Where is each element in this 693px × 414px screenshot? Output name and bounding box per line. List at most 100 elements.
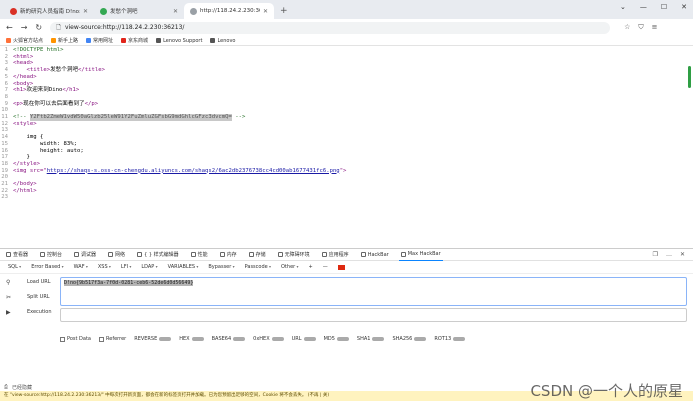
devtools-tab[interactable]: { } 样式编辑器 xyxy=(135,249,181,261)
hackbar-menu-item[interactable]: SQL xyxy=(8,264,21,270)
devtools-tab[interactable]: 内存 xyxy=(218,249,239,261)
new-tab-button[interactable]: + xyxy=(274,6,294,19)
source-line: 8 xyxy=(0,94,693,101)
encoder-label: URL xyxy=(291,336,302,342)
source-token: <!-- xyxy=(13,114,30,121)
bookmark-item[interactable]: 常用网址 xyxy=(86,37,113,44)
source-line: 3 <head> xyxy=(0,60,693,67)
hackbar-menu-item[interactable]: Passcode xyxy=(245,264,271,270)
scrollbar-thumb[interactable] xyxy=(688,66,691,88)
encoder-button[interactable]: SHA256 xyxy=(392,336,427,342)
split-url-icon[interactable]: ✂ xyxy=(6,294,11,301)
bookmark-item[interactable]: 新手上路 xyxy=(51,37,78,44)
hackbar-menu-item[interactable]: + xyxy=(308,264,312,270)
hackbar-checkbox[interactable]: Post Data xyxy=(60,336,91,342)
bookmark-item[interactable]: 火狐官方站点 xyxy=(6,37,43,44)
line-number: 13 xyxy=(1,127,8,134)
close-icon[interactable]: ✕ xyxy=(263,8,268,15)
encoder-button[interactable]: SHA1 xyxy=(357,336,385,342)
bookmark-item[interactable]: 京东商城 xyxy=(121,37,148,44)
more-icon[interactable]: … xyxy=(666,251,672,258)
source-link[interactable]: https://shaqs-s.oss-cn-chengdu.aliyuncs.… xyxy=(47,168,340,175)
hackbar-menu-item[interactable]: XSS xyxy=(98,264,111,270)
bookmark-label: 常用网址 xyxy=(93,38,114,44)
devtools-tab[interactable]: 查看器 xyxy=(4,249,30,261)
hackbar-menu-item[interactable]: Other xyxy=(281,264,298,270)
language-flag-icon[interactable] xyxy=(337,264,345,270)
browser-tab-2[interactable]: 发愁个洞吧 ✕ xyxy=(94,3,184,19)
maximize-icon[interactable]: ☐ xyxy=(661,3,667,11)
devtools-tab-icon xyxy=(360,252,366,257)
source-token: "> xyxy=(339,167,347,174)
browser-tab-1[interactable]: 新的研究人员指南 D!no:CTF ✕ xyxy=(4,3,94,19)
hackbar-menu-item[interactable]: — xyxy=(323,264,328,270)
source-line: 11 <!-- Y2Ftb2ZmeW1vdW50aGlzb25leW91Y2FuZ… xyxy=(0,114,693,121)
source-token: </style> xyxy=(13,160,40,167)
minimize-icon[interactable]: — xyxy=(640,3,647,11)
tab-list-icon[interactable]: ⌄ xyxy=(620,3,626,11)
line-number: 18 xyxy=(1,160,8,167)
bookmark-item[interactable]: Lenovo Support xyxy=(156,38,202,44)
devtools-tab[interactable]: 存储 xyxy=(247,249,268,261)
forward-icon[interactable]: → xyxy=(21,23,28,32)
execute-icon[interactable]: ▶ xyxy=(6,309,11,316)
encoder-button[interactable]: MD5 xyxy=(324,336,349,342)
hackbar-menu-item[interactable]: WAF xyxy=(74,264,88,270)
devtools-tab-icon xyxy=(277,252,283,257)
devtools-tab[interactable]: 应用程序 xyxy=(320,249,351,261)
source-token: 欢迎来到Dino xyxy=(26,87,63,94)
hackbar-checkbox[interactable]: Referrer xyxy=(99,336,126,342)
devtools-tab-label: 网络 xyxy=(115,252,126,258)
hackbar-body: ⚲ ✂ ▶ Load URL Split URL Execution D!no{… xyxy=(0,274,693,344)
bookmarks-bar: 火狐官方站点 新手上路 常用网址 京东商城 Lenovo Support Lenovo xyxy=(0,36,693,46)
load-url-button[interactable]: Load URL xyxy=(27,279,52,286)
source-token: Y2Ftb2ZmeW1vdW50aGlzb25leW91Y2FuZmluZGFs… xyxy=(29,114,232,121)
reload-icon[interactable]: ↻ xyxy=(35,23,42,32)
checkbox-label: Referrer xyxy=(106,336,127,342)
browser-tab-3[interactable]: http://118.24.2.230:36213/ ✕ xyxy=(184,3,274,19)
devtools-tab[interactable]: 网络 xyxy=(106,249,127,261)
tab-bar: 新的研究人员指南 D!no:CTF ✕ 发愁个洞吧 ✕ http://118.2… xyxy=(0,0,693,19)
load-url-icon[interactable]: ⚲ xyxy=(6,279,11,286)
star-icon[interactable]: ☆ xyxy=(624,23,630,32)
encoder-button[interactable]: URL xyxy=(292,336,316,342)
close-icon[interactable]: ✕ xyxy=(173,8,178,15)
shield-icon[interactable]: ⛉ xyxy=(638,23,643,32)
devtools-tab[interactable]: 调试器 xyxy=(72,249,98,261)
devtools-tab[interactable]: 控制台 xyxy=(38,249,64,261)
address-bar[interactable]: 🗋 view-source:http://118.24.2.230:36213/ xyxy=(50,21,611,34)
source-line: 17 } xyxy=(0,154,693,161)
execution-button[interactable]: Execution xyxy=(27,309,52,316)
hackbar-secondary-input[interactable] xyxy=(60,308,687,322)
devtools-tab[interactable]: 性能 xyxy=(189,249,210,261)
bookmark-item[interactable]: Lenovo xyxy=(210,38,235,44)
hackbar-menu-item[interactable]: LFI xyxy=(121,264,131,270)
hackbar-menu-item[interactable]: Bypasser xyxy=(208,264,234,270)
encoder-button[interactable]: BASE64 xyxy=(212,336,246,342)
encoder-button[interactable]: ROT13 xyxy=(434,336,466,342)
close-icon[interactable]: ✕ xyxy=(83,8,88,15)
hackbar-menu-item[interactable]: LDAP xyxy=(141,264,157,270)
source-token: </h1> xyxy=(62,87,80,94)
split-url-button[interactable]: Split URL xyxy=(27,294,52,301)
hackbar-url-input[interactable]: D!no{9b517f3a-7f0d-0281-ceb6-52de6d0d566… xyxy=(60,277,687,306)
hackbar-menu-item[interactable]: VARIABLES xyxy=(168,264,199,270)
line-number: 23 xyxy=(1,194,8,201)
encoder-button[interactable]: 0xHEX xyxy=(253,336,284,342)
menu-icon[interactable]: ≡ xyxy=(652,23,658,32)
devtools-tab[interactable]: 无障碍环境 xyxy=(276,249,312,261)
encoder-button[interactable]: REVERSE xyxy=(134,336,172,342)
hackbar-menu-item[interactable]: Error Based xyxy=(31,264,63,270)
devtools-tab-label: 存储 xyxy=(255,252,266,258)
devtools-tab-icon xyxy=(400,251,406,257)
devtools-tab[interactable]: Max HackBar xyxy=(398,249,443,261)
devtools-tab[interactable]: HackBar xyxy=(359,249,391,261)
encoder-button[interactable]: HEX xyxy=(179,336,204,342)
close-icon[interactable]: ✕ xyxy=(680,251,685,258)
devtools-tab-label: 控制台 xyxy=(47,252,63,258)
devtools-tab-icon xyxy=(74,252,80,257)
devtools-tab-label: 调试器 xyxy=(81,252,97,258)
close-window-icon[interactable]: ✕ xyxy=(681,3,687,11)
back-icon[interactable]: ← xyxy=(6,23,13,32)
dock-icon[interactable]: ❐ xyxy=(653,251,658,258)
